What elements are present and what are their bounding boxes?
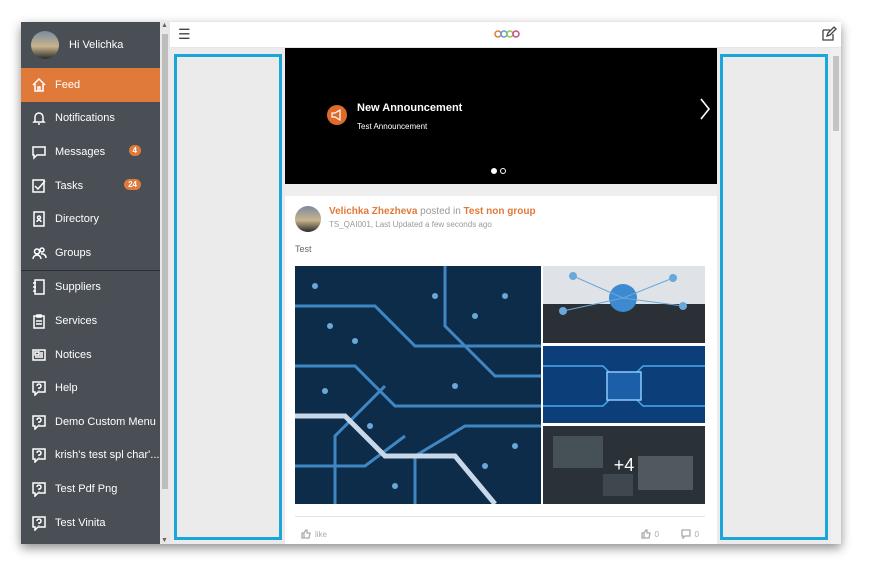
sidebar-item-label: Directory bbox=[55, 213, 100, 226]
compose-icon[interactable] bbox=[821, 26, 837, 42]
sidebar-item-label: Test Vinita bbox=[55, 516, 106, 529]
post-author-link[interactable]: Velichka Zhezheva bbox=[329, 206, 417, 217]
thumbs-up-icon bbox=[640, 529, 651, 539]
question-icon bbox=[30, 379, 48, 397]
question-icon bbox=[30, 514, 48, 532]
clipboard-icon bbox=[30, 312, 48, 330]
newspaper-icon bbox=[30, 346, 48, 364]
bell-icon bbox=[30, 109, 48, 127]
post-image-circuit-board[interactable] bbox=[295, 266, 541, 504]
sidebar-item-groups[interactable]: Groups bbox=[21, 236, 160, 270]
sidebar-item-label: Groups bbox=[55, 246, 92, 259]
question-icon bbox=[30, 480, 48, 498]
comment-icon bbox=[680, 529, 691, 539]
announcement-title: New Announcement bbox=[357, 102, 463, 114]
chat-icon bbox=[30, 143, 48, 161]
left-panel bbox=[174, 54, 282, 540]
sidebar-item-label: Test Pdf Png bbox=[55, 482, 118, 495]
sidebar-item-krish-test[interactable]: krish's test spl char'... bbox=[21, 439, 160, 473]
top-bar: ☰ bbox=[170, 22, 841, 48]
megaphone-icon bbox=[327, 105, 347, 125]
avatar[interactable] bbox=[31, 31, 59, 59]
sidebar-item-messages[interactable]: Messages 4 bbox=[21, 135, 160, 169]
sidebar-scroll-thumb[interactable] bbox=[162, 34, 168, 489]
sidebar-item-tasks[interactable]: Tasks 24 bbox=[21, 169, 160, 203]
thumbs-up-icon bbox=[301, 529, 311, 539]
posted-in-label: posted in bbox=[420, 206, 461, 217]
main-scrollbar[interactable] bbox=[831, 48, 841, 544]
contact-card-icon bbox=[30, 210, 48, 228]
main-scroll-thumb[interactable] bbox=[833, 56, 839, 131]
messages-count-badge: 4 bbox=[128, 145, 141, 157]
sidebar-item-test-vinita[interactable]: Test Vinita bbox=[21, 506, 160, 540]
sidebar-item-label: Services bbox=[55, 314, 98, 327]
comment-count-value: 0 bbox=[694, 529, 699, 539]
post-meta: TS_QAI001, Last Updated a few seconds ag… bbox=[329, 220, 492, 229]
feed-separator bbox=[285, 184, 717, 196]
sidebar-item-label: Demo Custom Menu bbox=[55, 415, 156, 428]
checkbox-icon bbox=[30, 177, 48, 195]
tasks-count-badge: 24 bbox=[124, 178, 141, 190]
sidebar-item-help[interactable]: Help bbox=[21, 371, 160, 405]
sidebar-item-demo-custom-menu[interactable]: Demo Custom Menu bbox=[21, 405, 160, 439]
sidebar-item-notifications[interactable]: Notifications bbox=[21, 102, 160, 136]
sidebar-item-directory[interactable]: Directory bbox=[21, 202, 160, 236]
post-image-network[interactable] bbox=[543, 266, 705, 343]
main-area: ☰ New Announcement Test Announcement Vel… bbox=[170, 22, 841, 544]
sidebar-item-label: Tasks bbox=[55, 179, 84, 192]
content-area: New Announcement Test Announcement Velic… bbox=[170, 48, 831, 544]
like-button[interactable]: like bbox=[301, 529, 327, 539]
post-text: Test bbox=[295, 244, 312, 254]
like-count[interactable]: 0 bbox=[640, 529, 659, 539]
sidebar-item-label: Messages bbox=[55, 145, 106, 158]
scroll-up-arrow-icon[interactable]: ▲ bbox=[161, 22, 168, 29]
sidebar-item-label: Notifications bbox=[55, 112, 115, 125]
sidebar-item-feed[interactable]: Feed bbox=[21, 68, 160, 102]
home-icon bbox=[30, 76, 48, 94]
sidebar-item-label: Notices bbox=[55, 348, 92, 361]
hamburger-menu-icon[interactable]: ☰ bbox=[178, 26, 191, 43]
feed: New Announcement Test Announcement Velic… bbox=[285, 48, 717, 544]
sidebar-item-suppliers[interactable]: Suppliers bbox=[21, 271, 160, 305]
sidebar-item-label: Suppliers bbox=[55, 281, 101, 294]
like-count-value: 0 bbox=[654, 529, 659, 539]
app-window: Hi Velichka Feed Notifications Messages … bbox=[21, 22, 841, 544]
sidebar-item-test-pdf-png[interactable]: Test Pdf Png bbox=[21, 472, 160, 506]
carousel-indicator bbox=[491, 168, 506, 174]
post-group-link[interactable]: Test non group bbox=[464, 206, 536, 217]
announcement-carousel[interactable]: New Announcement Test Announcement bbox=[285, 48, 717, 184]
question-icon bbox=[30, 413, 48, 431]
like-label: like bbox=[315, 529, 328, 539]
post-image-laptops[interactable]: +4 bbox=[543, 426, 705, 504]
group-icon bbox=[30, 244, 48, 262]
right-panel bbox=[720, 54, 828, 540]
post-header: Velichka Zhezheva posted in Test non gro… bbox=[329, 206, 536, 217]
profile-greeting: Hi Velichka bbox=[69, 39, 124, 51]
comment-count[interactable]: 0 bbox=[680, 529, 699, 539]
sidebar-item-label: Help bbox=[55, 382, 78, 395]
sidebar-item-label: krish's test spl char'... bbox=[55, 449, 160, 462]
chevron-right-icon[interactable] bbox=[699, 97, 711, 121]
sidebar-item-label: Feed bbox=[55, 78, 81, 91]
post-actions: like 0 0 bbox=[295, 516, 705, 544]
more-images-overlay[interactable]: +4 bbox=[543, 426, 705, 504]
post-author-avatar[interactable] bbox=[295, 206, 321, 232]
carousel-dot[interactable] bbox=[500, 168, 506, 174]
sidebar-item-notices[interactable]: Notices bbox=[21, 338, 160, 372]
app-logo bbox=[494, 30, 520, 38]
announcement-subtitle: Test Announcement bbox=[357, 122, 428, 131]
notebook-icon bbox=[30, 278, 48, 296]
post-image-chip[interactable] bbox=[543, 346, 705, 423]
question-icon bbox=[30, 446, 48, 464]
sidebar-scrollbar[interactable]: ▲ ▼ bbox=[160, 22, 170, 544]
sidebar-item-services[interactable]: Services bbox=[21, 304, 160, 338]
sidebar: Hi Velichka Feed Notifications Messages … bbox=[21, 22, 160, 544]
carousel-dot[interactable] bbox=[491, 168, 497, 174]
profile-header[interactable]: Hi Velichka bbox=[21, 22, 160, 68]
scroll-down-arrow-icon[interactable]: ▼ bbox=[161, 537, 168, 544]
